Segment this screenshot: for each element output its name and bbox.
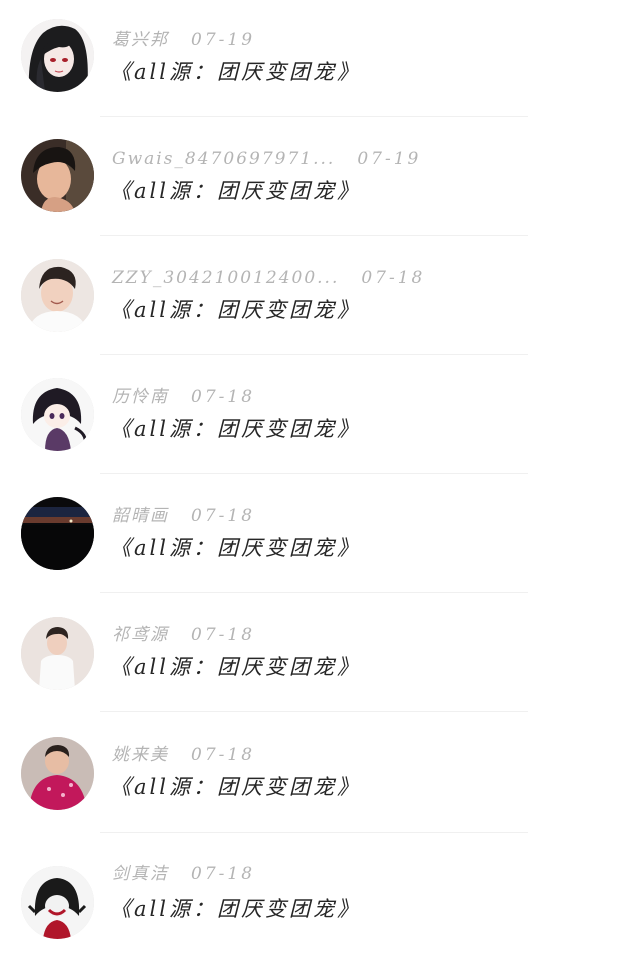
- avatar-night-sky-icon: [21, 497, 94, 570]
- user-avatar[interactable]: [21, 866, 94, 939]
- comment-meta: Gwais_8470697971... 07-19: [112, 148, 421, 170]
- username[interactable]: Gwais_8470697971...: [112, 149, 335, 169]
- avatar-young-man-photo-icon: [21, 139, 94, 212]
- comment-item[interactable]: Gwais_8470697971... 07-19 《all源：团厌变团宠》: [0, 119, 640, 238]
- comment-text: 《all源：团厌变团宠》: [110, 775, 361, 799]
- avatar-anime-cartoon-icon: [21, 866, 94, 939]
- avatar-anime-dark-hair-icon: [21, 19, 94, 92]
- comment-item[interactable]: 剑真洁 07-18 《all源：团厌变团宠》: [0, 834, 640, 953]
- comment-meta: 姚来美 07-18: [112, 744, 255, 766]
- divider: [100, 354, 528, 355]
- comment-text: 《all源：团厌变团宠》: [110, 298, 361, 322]
- comment-date: 07-18: [191, 745, 256, 765]
- comment-meta: 剑真洁 07-18: [112, 863, 255, 885]
- comment-text: 《all源：团厌变团宠》: [110, 179, 361, 203]
- username[interactable]: 姚来美: [112, 745, 169, 765]
- comment-date: 07-18: [191, 625, 256, 645]
- comment-date: 07-19: [357, 149, 422, 169]
- user-avatar[interactable]: [21, 19, 94, 92]
- divider: [100, 711, 528, 712]
- comment-date: 07-18: [361, 268, 426, 288]
- divider: [100, 592, 528, 593]
- user-avatar[interactable]: [21, 378, 94, 451]
- comment-meta: 葛兴邦 07-19: [112, 29, 255, 51]
- comment-date: 07-18: [191, 864, 256, 884]
- divider: [100, 832, 528, 833]
- comment-item[interactable]: 历怜南 07-18 《all源：团厌变团宠》: [0, 357, 640, 476]
- username[interactable]: 韶晴画: [112, 506, 169, 526]
- user-avatar[interactable]: [21, 497, 94, 570]
- comment-meta: 韶晴画 07-18: [112, 505, 255, 527]
- avatar-smiling-boy-photo-icon: [21, 259, 94, 332]
- comment-item[interactable]: 姚来美 07-18 《all源：团厌变团宠》: [0, 714, 640, 833]
- comment-meta: 历怜南 07-18: [112, 386, 255, 408]
- comment-item[interactable]: 葛兴邦 07-19 《all源：团厌变团宠》: [0, 0, 640, 119]
- divider: [100, 235, 528, 236]
- comment-item[interactable]: ZZY_304210012400... 07-18 《all源：团厌变团宠》: [0, 238, 640, 357]
- comment-meta: 祁鸢源 07-18: [112, 624, 255, 646]
- comment-date: 07-18: [191, 506, 256, 526]
- divider: [100, 473, 528, 474]
- comment-text: 《all源：团厌变团宠》: [110, 655, 361, 679]
- user-avatar[interactable]: [21, 617, 94, 690]
- username[interactable]: 历怜南: [112, 387, 169, 407]
- comment-date: 07-18: [191, 387, 256, 407]
- user-avatar[interactable]: [21, 259, 94, 332]
- comment-text: 《all源：团厌变团宠》: [110, 417, 361, 441]
- divider: [100, 116, 528, 117]
- user-avatar[interactable]: [21, 139, 94, 212]
- comment-text: 《all源：团厌变团宠》: [110, 60, 361, 84]
- username[interactable]: 剑真洁: [112, 864, 169, 884]
- comment-date: 07-19: [191, 30, 256, 50]
- username[interactable]: 祁鸢源: [112, 625, 169, 645]
- username[interactable]: ZZY_304210012400...: [112, 268, 339, 288]
- user-avatar[interactable]: [21, 737, 94, 810]
- username[interactable]: 葛兴邦: [112, 30, 169, 50]
- avatar-boy-white-shirt-icon: [21, 617, 94, 690]
- comment-item[interactable]: 祁鸢源 07-18 《all源：团厌变团宠》: [0, 595, 640, 714]
- comment-text: 《all源：团厌变团宠》: [110, 536, 361, 560]
- avatar-child-pink-jacket-icon: [21, 737, 94, 810]
- comment-text: 《all源：团厌变团宠》: [110, 897, 361, 921]
- comment-list: 葛兴邦 07-19 《all源：团厌变团宠》 Gwais_8470697971..…: [0, 0, 640, 953]
- avatar-anime-chibi-icon: [21, 378, 94, 451]
- comment-item[interactable]: 韶晴画 07-18 《all源：团厌变团宠》: [0, 476, 640, 595]
- comment-meta: ZZY_304210012400... 07-18: [112, 267, 425, 289]
